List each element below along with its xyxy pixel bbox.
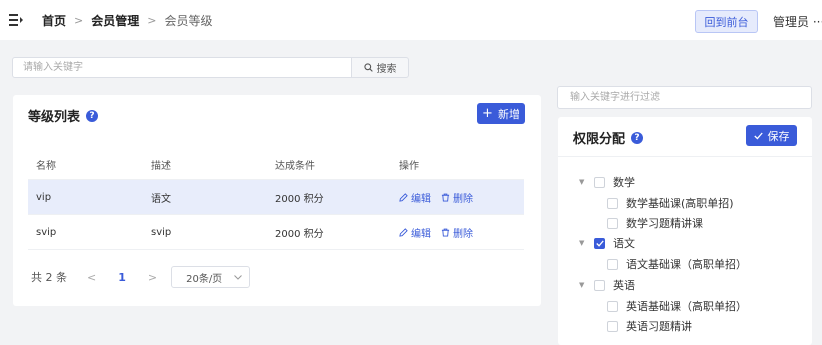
checkbox[interactable] bbox=[607, 320, 618, 332]
cell-actions: 编辑 删除 bbox=[399, 225, 524, 240]
pagination-total: 共 2 条 bbox=[31, 271, 67, 284]
cell-name: svip bbox=[36, 226, 57, 238]
help-icon[interactable]: ? bbox=[86, 109, 99, 122]
caret-down-icon[interactable]: ▼ bbox=[579, 239, 586, 247]
permission-panel: 权限分配 ? 保存 ▼ 数学 数学基础课(高职单招) 数学习题精讲课 ▼ 语文 … bbox=[558, 117, 812, 345]
trash-icon bbox=[441, 228, 450, 237]
user-menu[interactable]: 管理员 ··· bbox=[773, 13, 822, 30]
search-icon bbox=[363, 63, 373, 72]
add-button-label: 新增 bbox=[497, 107, 520, 121]
edit-button[interactable]: 编辑 bbox=[399, 225, 431, 240]
table-header: 名称 描述 达成条件 操作 bbox=[28, 150, 524, 180]
breadcrumb-member-management[interactable]: 会员管理 bbox=[91, 12, 139, 29]
search-input[interactable]: 请输入关键字 bbox=[12, 57, 352, 78]
caret-down-icon[interactable]: ▼ bbox=[579, 281, 586, 289]
search-button-label: 搜索 bbox=[376, 64, 397, 75]
menu-fold-icon[interactable] bbox=[9, 13, 23, 27]
pagination: 共 2 条 < 1 > 20条/页 bbox=[31, 266, 251, 288]
tree-node-label: 英语习题精讲 bbox=[626, 320, 692, 333]
chevron-right-icon[interactable]: > bbox=[148, 271, 157, 284]
add-level-button[interactable]: + 新增 bbox=[477, 103, 525, 124]
cell-actions: 编辑 删除 bbox=[399, 190, 524, 205]
check-icon bbox=[595, 239, 604, 247]
tree-node-label: 数学习题精讲课 bbox=[626, 217, 703, 230]
permission-title-text: 权限分配 bbox=[573, 132, 626, 147]
checkbox[interactable] bbox=[594, 279, 605, 291]
delete-button[interactable]: 删除 bbox=[441, 225, 473, 240]
search-button[interactable]: 搜索 bbox=[351, 57, 409, 78]
breadcrumb-home[interactable]: 首页 bbox=[42, 12, 66, 29]
delete-label: 删除 bbox=[453, 193, 473, 205]
page-size-value: 20条/页 bbox=[186, 273, 223, 285]
checkbox[interactable] bbox=[607, 197, 618, 209]
check-icon bbox=[753, 132, 763, 140]
edit-button[interactable]: 编辑 bbox=[399, 190, 431, 205]
checkbox[interactable] bbox=[594, 176, 605, 188]
page-number[interactable]: 1 bbox=[118, 271, 126, 284]
page-size-select[interactable]: 20条/页 bbox=[171, 266, 251, 288]
tree-node-math-exercise[interactable]: 数学习题精讲课 bbox=[607, 215, 703, 231]
edit-icon bbox=[399, 227, 408, 237]
back-to-frontend-button[interactable]: 回到前台 bbox=[695, 10, 758, 33]
tree-node-english-basic[interactable]: 英语基础课（高职单招） bbox=[607, 298, 747, 314]
tree-node-chinese-basic[interactable]: 语文基础课（高职单招） bbox=[607, 256, 747, 272]
tree-node-label: 语文 bbox=[613, 237, 635, 250]
plus-icon: + bbox=[482, 106, 493, 121]
level-list-title-text: 等级列表 bbox=[28, 110, 81, 125]
checkbox[interactable] bbox=[607, 217, 618, 229]
column-header-desc: 描述 bbox=[151, 161, 171, 172]
tree-node-math[interactable]: ▼ 数学 bbox=[579, 174, 635, 190]
tree-node-label: 数学 bbox=[613, 176, 635, 189]
checkbox-checked[interactable] bbox=[594, 237, 605, 249]
edit-icon bbox=[399, 192, 408, 202]
divider bbox=[558, 156, 812, 157]
delete-label: 删除 bbox=[453, 228, 473, 240]
breadcrumb-member-level: 会员等级 bbox=[164, 14, 213, 28]
tree-node-math-basic[interactable]: 数学基础课(高职单招) bbox=[607, 195, 734, 211]
level-list-title: 等级列表 ? bbox=[28, 106, 99, 125]
help-icon[interactable]: ? bbox=[631, 131, 644, 144]
cell-desc: svip bbox=[151, 226, 172, 238]
tree-node-label: 数学基础课(高职单招) bbox=[626, 197, 734, 210]
tree-node-label: 英语 bbox=[613, 279, 635, 292]
save-permissions-button[interactable]: 保存 bbox=[746, 125, 797, 146]
column-header-name: 名称 bbox=[36, 161, 56, 172]
trash-icon bbox=[441, 193, 450, 202]
edit-label: 编辑 bbox=[411, 228, 431, 240]
chevron-right-icon: > bbox=[147, 14, 157, 27]
permission-title: 权限分配 ? bbox=[573, 128, 644, 147]
column-header-condition: 达成条件 bbox=[275, 161, 315, 172]
breadcrumb: 首页 > 会员管理 > 会员等级 bbox=[42, 12, 212, 29]
column-header-action: 操作 bbox=[399, 161, 419, 172]
tree-node-english[interactable]: ▼ 英语 bbox=[579, 277, 635, 293]
checkbox[interactable] bbox=[607, 258, 618, 270]
tree-node-chinese[interactable]: ▼ 语文 bbox=[579, 235, 635, 251]
cell-name: vip bbox=[36, 191, 52, 203]
cell-condition: 2000 积分 bbox=[275, 228, 324, 240]
cell-condition: 2000 积分 bbox=[275, 193, 324, 205]
delete-button[interactable]: 删除 bbox=[441, 190, 473, 205]
checkbox[interactable] bbox=[607, 300, 618, 312]
level-list-panel: 等级列表 ? + 新增 名称 描述 达成条件 操作 vip 语文 2000 积分… bbox=[13, 95, 541, 306]
edit-label: 编辑 bbox=[411, 193, 431, 205]
tree-node-label: 英语基础课（高职单招） bbox=[626, 300, 747, 313]
permission-filter-input[interactable]: 输入关键字进行过滤 bbox=[557, 86, 812, 109]
chevron-right-icon: > bbox=[74, 14, 84, 27]
tree-node-label: 语文基础课（高职单招） bbox=[626, 258, 747, 271]
save-button-label: 保存 bbox=[767, 129, 790, 143]
top-bar: 首页 > 会员管理 > 会员等级 回到前台 管理员 ··· bbox=[0, 0, 822, 40]
chevron-left-icon[interactable]: < bbox=[87, 271, 96, 284]
level-table: 名称 描述 达成条件 操作 vip 语文 2000 积分 编辑 删除 svip bbox=[28, 150, 524, 250]
table-row[interactable]: svip svip 2000 积分 编辑 删除 bbox=[28, 215, 524, 250]
tree-node-english-exercise[interactable]: 英语习题精讲 bbox=[607, 318, 692, 334]
chevron-down-icon bbox=[234, 274, 242, 280]
cell-desc: 语文 bbox=[151, 193, 171, 205]
caret-down-icon[interactable]: ▼ bbox=[579, 178, 586, 186]
table-row[interactable]: vip 语文 2000 积分 编辑 删除 bbox=[28, 180, 524, 215]
